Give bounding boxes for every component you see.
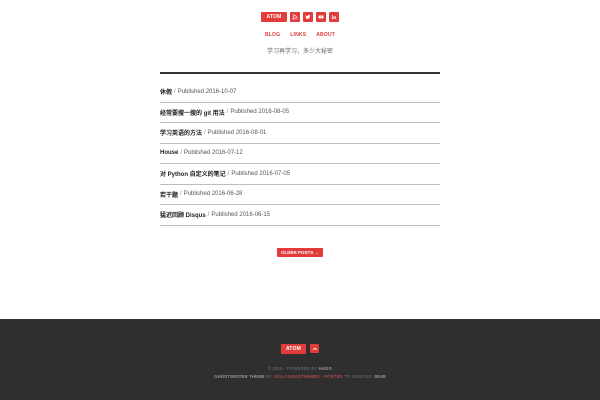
nav-about[interactable]: ABOUT [316,32,335,38]
theme-author-link[interactable]: JOLLYGOODTHEMES [273,374,319,379]
linkedin-icon[interactable] [328,12,339,22]
post-date: Published 2016-07-12 [184,150,243,157]
main-nav: BLOG LINKS ABOUT [0,32,600,38]
atom-feed-button[interactable]: ATOM [261,12,287,22]
youtube-icon[interactable] [315,12,326,22]
list-item: 对 Python 自定义的笔记 / Published 2016-07-05 [160,164,440,185]
footer-social: ATOM [0,344,600,354]
list-item: 学习英语的方法 / Published 2016-08-01 [160,123,440,144]
credits-to-hugo: TO HUGO BY [344,374,373,379]
footer-copyright: © 2016 · POWERED BY HUGO [0,366,600,371]
hugo-link[interactable]: HUGO [319,366,332,371]
post-title-link[interactable]: 猛迟回顾 Disqus [160,210,206,219]
nav-blog[interactable]: BLOG [265,32,280,38]
twitter-icon[interactable] [302,12,313,22]
post-date: Published 2016-06-28 [183,191,243,198]
post-date: Published 2016-08-01 [207,129,267,136]
older-posts-button[interactable]: OLDER POSTS → [276,248,323,257]
post-date: Published 2016-06-15 [211,211,271,218]
footer-credits: GHOSTWRITER THEME BY JOLLYGOODTHEMES · P… [0,374,600,379]
nav-links[interactable]: LINKS [290,32,306,38]
post-date: Published 2016-08-05 [230,109,290,116]
list-item: 休假 / Published 2016-10-07 [160,82,440,103]
post-title-link[interactable]: House [160,150,178,156]
site-tagline: 学习再学习，多少大秘密 [266,49,333,55]
list-item: 若干题 / Published 2016-06-28 [160,185,440,205]
site-header: ATOM BLOG LINKS ABOUT 学习再学习，多少大秘密 [0,0,600,72]
post-date: Published 2016-10-07 [177,88,237,95]
post-title-link[interactable]: 若干题 [160,190,178,199]
site-footer: ATOM © 2016 · POWERED BY HUGO GHOSTWRITE… [0,319,600,400]
list-item: 猛迟回顾 Disqus / Published 2016-06-15 [160,205,440,226]
credits-by: BY [266,374,273,379]
post-title-link[interactable]: 学习英语的方法 [160,128,202,137]
post-list: 休假 / Published 2016-10-07 经常要搜一搜的 git 用法 / P… [160,82,440,226]
ported-link[interactable]: · PORTED [321,374,343,379]
pagination: OLDER POSTS → [0,248,600,257]
rss-icon[interactable] [289,12,300,22]
list-item: 经常要搜一搜的 git 用法 / Published 2016-08-05 [160,103,440,123]
theme-name[interactable]: GHOSTWRITER THEME [214,374,265,379]
copyright-text: © 2016 · POWERED BY [267,366,318,371]
scroll-top-icon[interactable] [310,344,320,353]
porter-link[interactable]: JBUB [374,374,386,379]
social-links: ATOM [0,12,600,22]
header-divider [160,72,440,74]
post-title-link[interactable]: 对 Python 自定义的笔记 [160,169,226,178]
post-title-link[interactable]: 经常要搜一搜的 git 用法 [160,108,225,117]
post-title-link[interactable]: 休假 [160,87,172,96]
post-date: Published 2016-07-05 [231,170,291,177]
footer-atom-button[interactable]: ATOM [280,344,307,354]
list-item: House / Published 2016-07-12 [160,144,440,164]
